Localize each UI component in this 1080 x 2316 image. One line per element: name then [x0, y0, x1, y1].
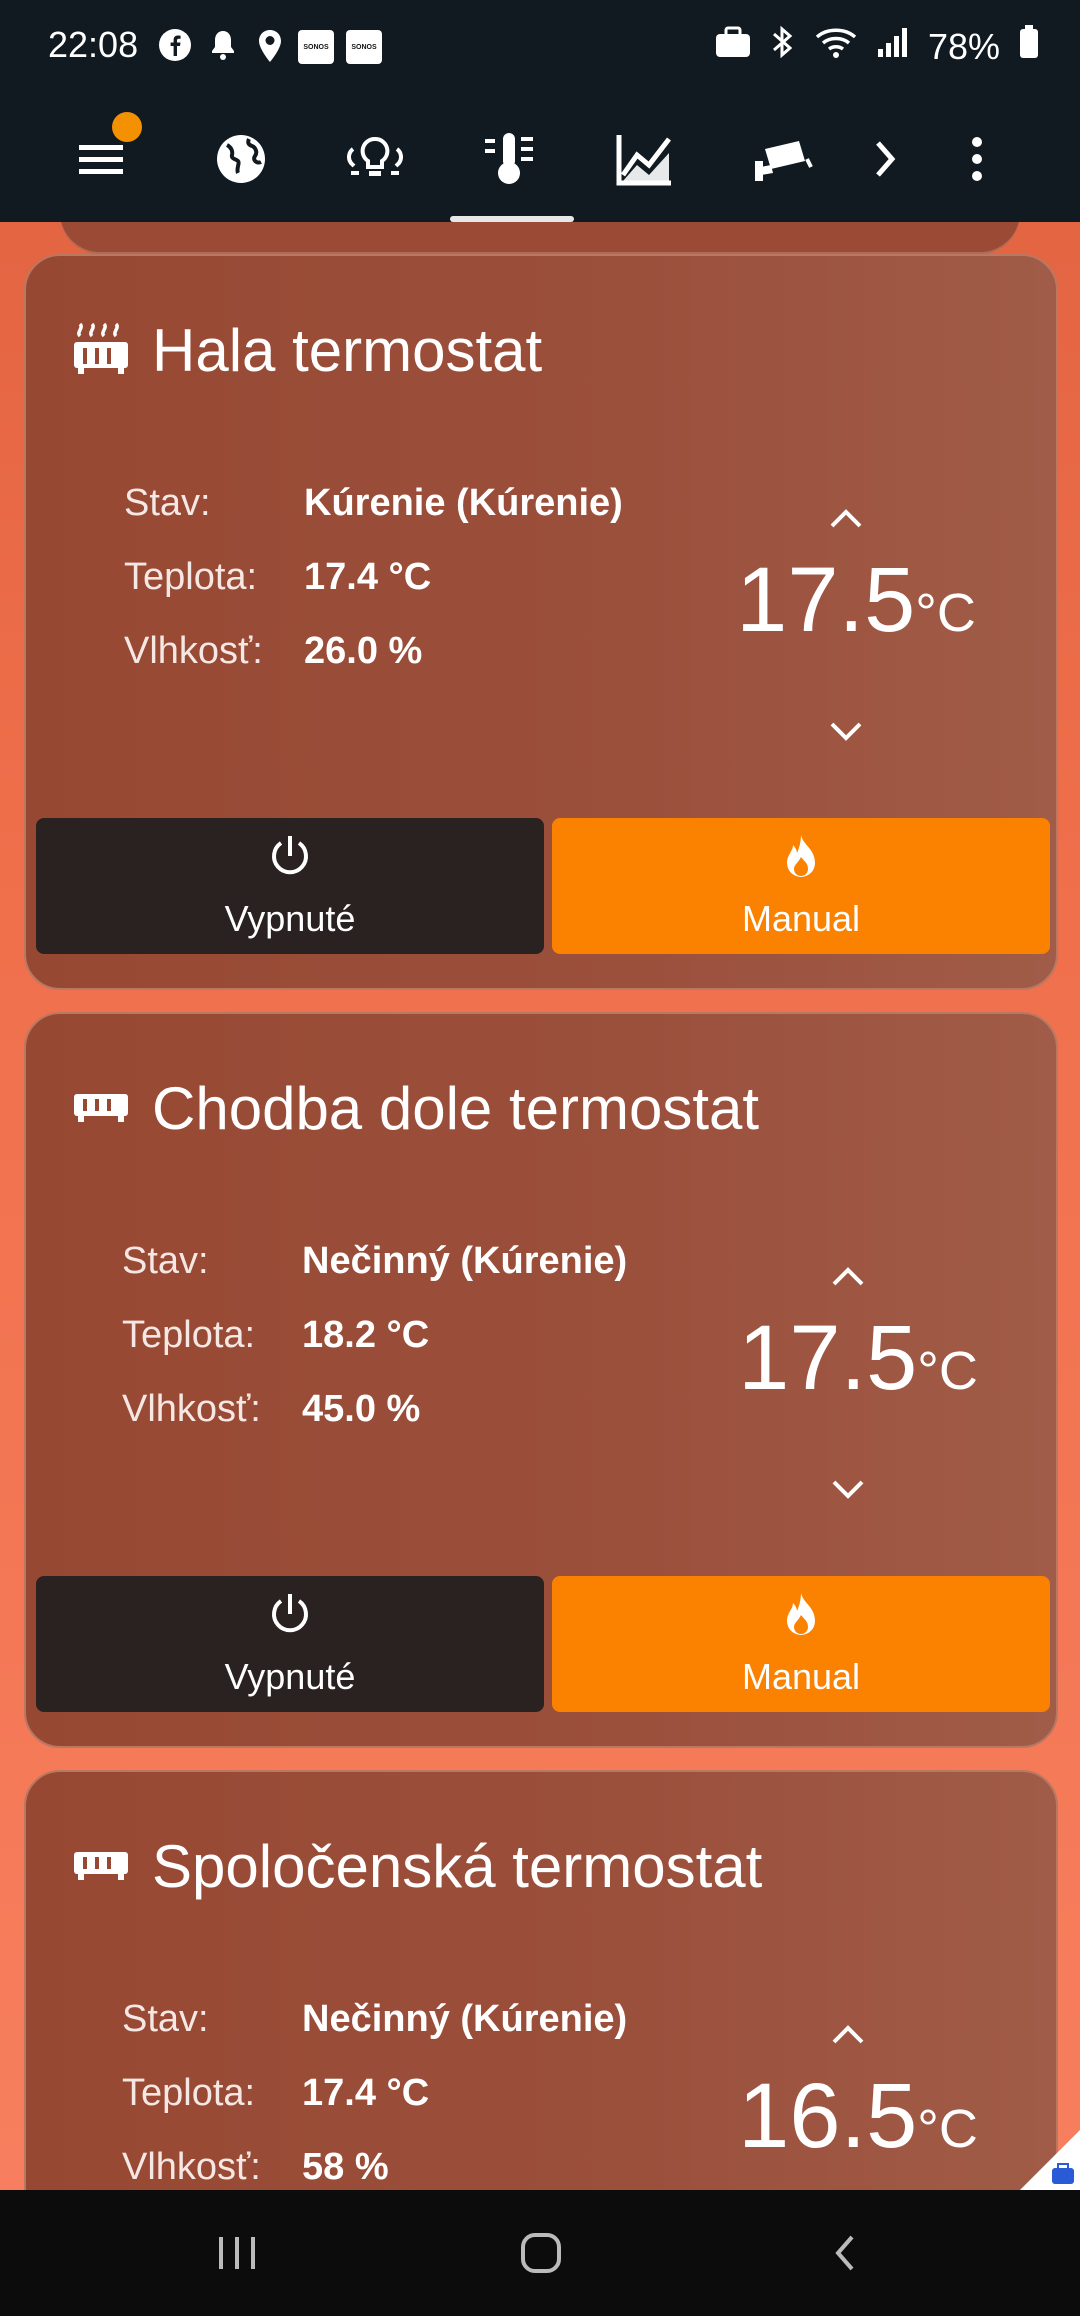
- power-icon: [268, 833, 312, 888]
- setpoint-value: 16.5: [738, 2065, 918, 2167]
- globe-icon[interactable]: [196, 114, 286, 204]
- fire-icon: [781, 1591, 821, 1646]
- recent-apps-icon[interactable]: [192, 2218, 282, 2288]
- sonos-icon: SONOS: [346, 30, 382, 64]
- signal-icon: [876, 25, 910, 68]
- dashboard-content: Hala termostat Stav: Kúrenie (Kúrenie) Te…: [0, 222, 1080, 2190]
- mode-manual-label: Manual: [741, 1655, 861, 1697]
- setpoint-value: 17.5: [738, 1307, 918, 1409]
- mode-manual-button[interactable]: Manual: [552, 818, 1050, 954]
- setpoint-unit: °C: [917, 1341, 978, 1401]
- state-row: Stav: Nečinný (Kúrenie): [122, 1240, 627, 1314]
- temperature-value: 17.4 °C: [302, 2072, 430, 2114]
- floating-briefcase-badge[interactable]: [1020, 2130, 1080, 2190]
- lightbulb-group-icon[interactable]: [330, 114, 420, 204]
- humidity-label: Vlhkosť:: [122, 1388, 261, 1430]
- mode-off-label: Vypnuté: [224, 897, 356, 939]
- thermostat-card: Chodba dole termostat Stav: Nečinný (Kúre…: [24, 1012, 1058, 1748]
- thermostat-info: Stav: Nečinný (Kúrenie) Teplota: 17.4 °C V…: [122, 1998, 627, 2190]
- humidity-value: 45.0 %: [302, 1388, 421, 1430]
- state-row: Stav: Kúrenie (Kúrenie): [124, 482, 623, 556]
- facebook-icon: [158, 28, 192, 71]
- state-value: Nečinný (Kúrenie): [302, 1240, 628, 1282]
- setpoint-value: 17.5: [736, 549, 916, 651]
- work-profile-icon: [714, 25, 752, 68]
- card-header: Hala termostat: [72, 316, 542, 385]
- mode-off-label: Vypnuté: [224, 1655, 356, 1697]
- thermostat-card: Spoločenská termostat Stav: Nečinný (Kúre…: [24, 1770, 1058, 2190]
- previous-card-edge: [60, 222, 1020, 252]
- bluetooth-icon: [770, 24, 796, 69]
- setpoint-display: 17.5°C: [728, 1306, 988, 1411]
- card-title: Spoločenská termostat: [152, 1833, 763, 1900]
- battery-percentage: 78%: [927, 25, 1000, 67]
- radiator-icon: [72, 320, 130, 381]
- location-pin-icon: [256, 28, 284, 73]
- sonos-icon: SONOS: [298, 30, 334, 64]
- more-vert-icon[interactable]: [932, 114, 1022, 204]
- mode-off-button[interactable]: Vypnuté: [36, 1576, 544, 1712]
- state-row: Stav: Nečinný (Kúrenie): [122, 1998, 627, 2072]
- notification-bell-icon: [208, 28, 238, 71]
- chevron-right-icon[interactable]: [840, 114, 930, 204]
- card-title: Chodba dole termostat: [152, 1075, 760, 1142]
- humidity-label: Vlhkosť:: [122, 2146, 261, 2188]
- mode-manual-label: Manual: [741, 897, 861, 939]
- temperature-label: Teplota:: [122, 2072, 256, 2114]
- state-value: Nečinný (Kúrenie): [302, 1998, 628, 2040]
- camera-icon[interactable]: [736, 114, 826, 204]
- notification-badge: [112, 112, 142, 142]
- temperature-row: Teplota: 17.4 °C: [122, 2072, 627, 2146]
- card-header: Spoločenská termostat: [72, 1832, 762, 1901]
- increase-setpoint-icon[interactable]: [828, 2022, 888, 2062]
- power-icon: [268, 1591, 312, 1646]
- decrease-setpoint-icon[interactable]: [828, 1476, 888, 1516]
- increase-setpoint-icon[interactable]: [828, 1264, 888, 1304]
- temperature-value: 17.4 °C: [304, 556, 432, 598]
- home-icon[interactable]: [496, 2218, 586, 2288]
- radiator-icon: [72, 1086, 130, 1131]
- temperature-label: Teplota:: [124, 556, 258, 598]
- temperature-label: Teplota:: [122, 1314, 256, 1356]
- temperature-row: Teplota: 17.4 °C: [124, 556, 623, 630]
- humidity-value: 26.0 %: [304, 630, 423, 672]
- setpoint-unit: °C: [917, 2099, 978, 2159]
- thermostat-info: Stav: Kúrenie (Kúrenie) Teplota: 17.4 °C V…: [124, 482, 623, 704]
- state-label: Stav:: [122, 1998, 209, 2040]
- state-label: Stav:: [124, 482, 211, 524]
- humidity-row: Vlhkosť: 26.0 %: [124, 630, 623, 704]
- thermostat-card: Hala termostat Stav: Kúrenie (Kúrenie) Te…: [24, 254, 1058, 990]
- setpoint-display: 17.5°C: [726, 548, 986, 653]
- system-nav-bar: [0, 2190, 1080, 2316]
- temperature-value: 18.2 °C: [302, 1314, 430, 1356]
- setpoint-display: 16.5°C: [728, 2064, 988, 2169]
- card-title: Hala termostat: [152, 317, 543, 384]
- humidity-row: Vlhkosť: 45.0 %: [122, 1388, 627, 1462]
- chart-icon[interactable]: [600, 114, 690, 204]
- humidity-label: Vlhkosť:: [124, 630, 263, 672]
- wifi-icon: [814, 25, 858, 68]
- status-bar: 22:08 SONOS SONOS 78%: [0, 0, 1080, 96]
- app-toolbar: [0, 96, 1080, 222]
- back-icon[interactable]: [800, 2218, 890, 2288]
- mode-manual-button[interactable]: Manual: [552, 1576, 1050, 1712]
- mode-off-button[interactable]: Vypnuté: [36, 818, 544, 954]
- temperature-row: Teplota: 18.2 °C: [122, 1314, 627, 1388]
- thermostat-info: Stav: Nečinný (Kúrenie) Teplota: 18.2 °C V…: [122, 1240, 627, 1462]
- state-label: Stav:: [122, 1240, 209, 1282]
- status-right-group: 78%: [714, 24, 1040, 69]
- setpoint-unit: °C: [915, 583, 976, 643]
- fire-icon: [781, 833, 821, 888]
- battery-icon: [1018, 24, 1040, 69]
- decrease-setpoint-icon[interactable]: [826, 718, 886, 758]
- humidity-value: 58 %: [302, 2146, 389, 2188]
- card-header: Chodba dole termostat: [72, 1074, 759, 1143]
- radiator-icon: [72, 1844, 130, 1889]
- status-time: 22:08: [48, 24, 139, 65]
- state-value: Kúrenie (Kúrenie): [304, 482, 623, 524]
- thermostat-icon[interactable]: [466, 114, 556, 204]
- increase-setpoint-icon[interactable]: [826, 506, 886, 546]
- humidity-row: Vlhkosť: 58 %: [122, 2146, 627, 2190]
